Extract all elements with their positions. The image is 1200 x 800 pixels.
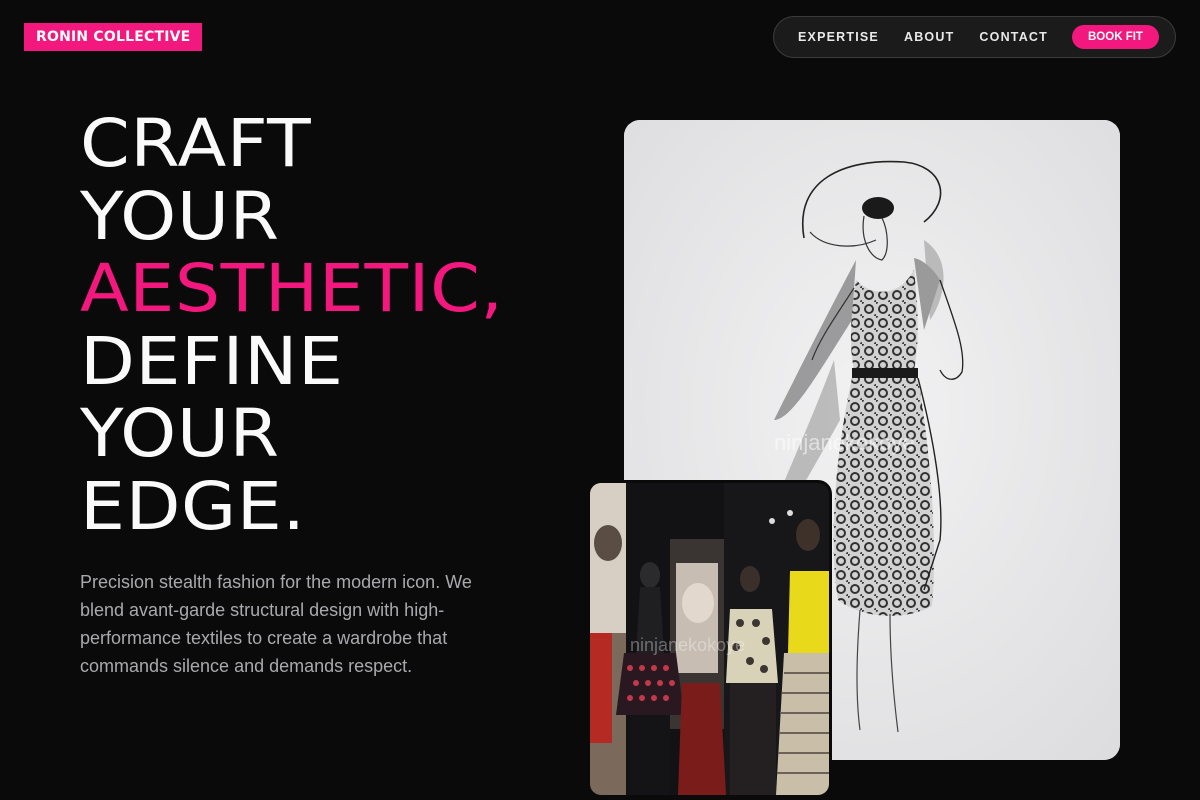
sketch-watermark: ninjanekokoye [774, 430, 915, 455]
hero-description: Precision stealth fashion for the modern… [80, 572, 472, 676]
hero-title-line: YOUR [80, 177, 280, 255]
hero-title-accent-line: AESTHETIC, [80, 250, 504, 327]
mannequin-exhibit-photo: ninjanekokoye [590, 483, 829, 795]
hero-title-line: CRAFT [80, 105, 312, 182]
hero-title-line: EDGE. [80, 467, 306, 545]
book-fit-button[interactable]: BOOK FIT [1072, 25, 1159, 49]
nav-link-about[interactable]: ABOUT [904, 30, 954, 44]
nav-link-expertise[interactable]: EXPERTISE [798, 30, 879, 44]
brand-logo[interactable]: RONIN COLLECTIVE [24, 23, 203, 51]
hero-title-line: YOUR [80, 395, 280, 472]
museum-photo-image: ninjanekokoye [587, 480, 832, 798]
nav-link-contact[interactable]: CONTACT [979, 30, 1048, 44]
hero-title: CRAFT YOUR AESTHETIC, DEFINE YOUR EDGE. [80, 105, 504, 545]
main-nav: EXPERTISE ABOUT CONTACT BOOK FIT [773, 16, 1176, 58]
hero-title-line: DEFINE [80, 322, 344, 400]
photo-watermark: ninjanekokoye [630, 635, 745, 655]
